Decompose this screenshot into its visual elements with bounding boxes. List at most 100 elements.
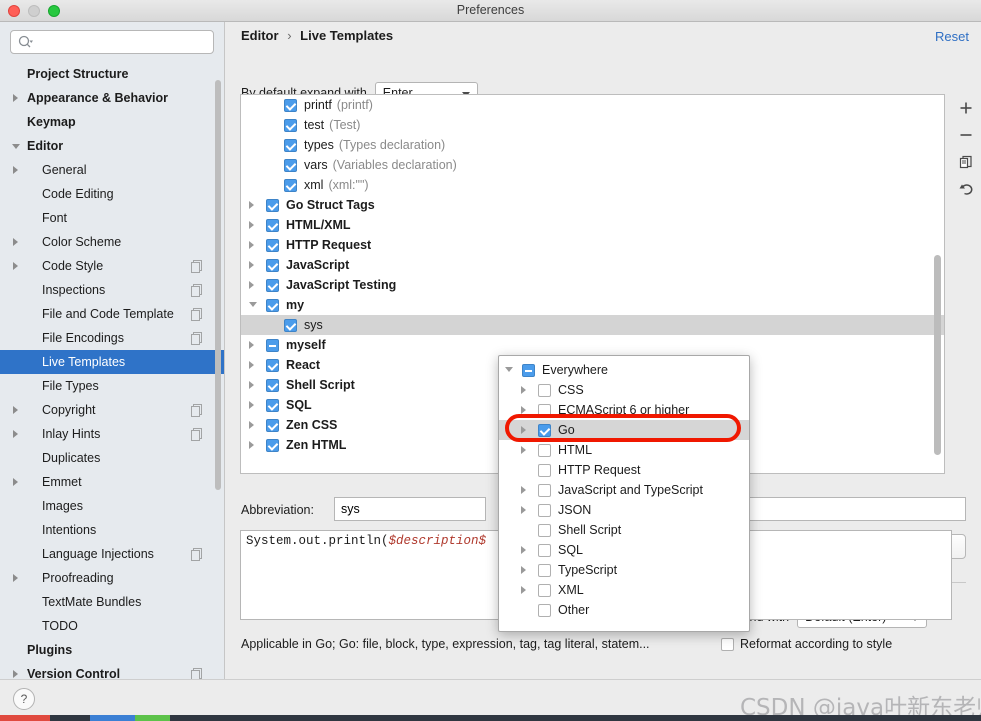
chevron-right-icon[interactable] [249,341,254,349]
sidebar-item-keymap[interactable]: Keymap [0,110,224,134]
sidebar-item-general[interactable]: General [0,158,224,182]
sidebar-item-emmet[interactable]: Emmet [0,470,224,494]
chevron-down-icon[interactable] [505,367,513,376]
chevron-right-icon[interactable] [521,426,526,434]
template-checkbox[interactable] [284,139,297,152]
help-button[interactable]: ? [13,688,35,710]
reformat-checkbox-row[interactable]: Reformat according to style [721,637,892,651]
template-tree-row[interactable]: printf (printf) [241,95,944,115]
duplicate-template-button[interactable] [951,148,981,175]
chevron-right-icon[interactable] [521,566,526,574]
sidebar-item-copyright[interactable]: Copyright [0,398,224,422]
chevron-right-icon[interactable] [13,166,18,174]
template-tree-row[interactable]: HTML/XML [241,215,944,235]
sidebar-item-version-control[interactable]: Version Control [0,662,224,679]
context-checkbox[interactable] [538,484,551,497]
breadcrumb-root[interactable]: Editor [241,28,279,43]
search-input[interactable] [39,31,204,53]
context-popup-row[interactable]: TypeScript [499,560,749,580]
template-checkbox[interactable] [266,339,279,352]
sidebar-item-editor[interactable]: Editor [0,134,224,158]
sidebar-item-duplicates[interactable]: Duplicates [0,446,224,470]
reset-link[interactable]: Reset [935,29,969,44]
context-checkbox[interactable] [538,584,551,597]
chevron-right-icon[interactable] [13,262,18,270]
chevron-right-icon[interactable] [13,94,18,102]
add-template-button[interactable] [951,94,981,121]
template-checkbox[interactable] [284,119,297,132]
chevron-right-icon[interactable] [249,441,254,449]
template-checkbox[interactable] [266,419,279,432]
remove-template-button[interactable] [951,121,981,148]
chevron-right-icon[interactable] [521,486,526,494]
template-checkbox[interactable] [266,379,279,392]
context-popup-row[interactable]: CSS [499,380,749,400]
template-tree-row[interactable]: sys [241,315,944,335]
template-checkbox[interactable] [266,299,279,312]
chevron-right-icon[interactable] [521,446,526,454]
chevron-right-icon[interactable] [249,261,254,269]
sidebar-item-file-types[interactable]: File Types [0,374,224,398]
reformat-checkbox[interactable] [721,637,734,651]
template-checkbox[interactable] [266,199,279,212]
context-checkbox[interactable] [538,504,551,517]
template-checkbox[interactable] [266,239,279,252]
template-tree-row[interactable]: JavaScript [241,255,944,275]
template-tree-row[interactable]: xml (xml:"") [241,175,944,195]
template-tree-row[interactable]: vars (Variables declaration) [241,155,944,175]
context-checkbox[interactable] [538,424,551,437]
chevron-right-icon[interactable] [13,670,18,678]
chevron-right-icon[interactable] [249,241,254,249]
chevron-right-icon[interactable] [249,401,254,409]
chevron-right-icon[interactable] [521,406,526,414]
sidebar-item-language-injections[interactable]: Language Injections [0,542,224,566]
chevron-right-icon[interactable] [13,478,18,486]
chevron-right-icon[interactable] [249,281,254,289]
chevron-right-icon[interactable] [13,574,18,582]
context-checkbox[interactable] [538,604,551,617]
chevron-right-icon[interactable] [249,201,254,209]
template-checkbox[interactable] [266,399,279,412]
template-checkbox[interactable] [266,279,279,292]
context-popup-row[interactable]: Everywhere [499,360,749,380]
sidebar-item-file-encodings[interactable]: File Encodings [0,326,224,350]
template-tree-row[interactable]: my [241,295,944,315]
template-tree-row[interactable]: HTTP Request [241,235,944,255]
template-checkbox[interactable] [266,439,279,452]
context-popup-row[interactable]: ECMAScript 6 or higher [499,400,749,420]
template-checkbox[interactable] [284,319,297,332]
template-tree-row[interactable]: Go Struct Tags [241,195,944,215]
context-popup-row[interactable]: Shell Script [499,520,749,540]
chevron-right-icon[interactable] [521,546,526,554]
chevron-right-icon[interactable] [13,406,18,414]
sidebar-item-todo[interactable]: TODO [0,614,224,638]
sidebar-item-appearance-behavior[interactable]: Appearance & Behavior [0,86,224,110]
sidebar-item-images[interactable]: Images [0,494,224,518]
context-popup-row[interactable]: Go [499,420,749,440]
sidebar-item-textmate-bundles[interactable]: TextMate Bundles [0,590,224,614]
template-checkbox[interactable] [266,359,279,372]
chevron-right-icon[interactable] [521,506,526,514]
context-popup-row[interactable]: JSON [499,500,749,520]
chevron-right-icon[interactable] [249,361,254,369]
template-checkbox[interactable] [266,259,279,272]
sidebar-item-inspections[interactable]: Inspections [0,278,224,302]
template-checkbox[interactable] [284,159,297,172]
chevron-right-icon[interactable] [249,221,254,229]
sidebar-item-code-style[interactable]: Code Style [0,254,224,278]
context-popup[interactable]: Everywhere CSS ECMAScript 6 or higher Go HTM… [498,355,750,632]
sidebar-item-font[interactable]: Font [0,206,224,230]
context-checkbox[interactable] [538,384,551,397]
search-box[interactable] [10,30,214,54]
chevron-right-icon[interactable] [521,586,526,594]
chevron-right-icon[interactable] [249,381,254,389]
context-popup-row[interactable]: HTTP Request [499,460,749,480]
template-tree-row[interactable]: JavaScript Testing [241,275,944,295]
context-checkbox[interactable] [538,444,551,457]
template-tree-row[interactable]: types (Types declaration) [241,135,944,155]
context-popup-row[interactable]: XML [499,580,749,600]
chevron-right-icon[interactable] [249,421,254,429]
context-popup-row[interactable]: SQL [499,540,749,560]
sidebar-item-code-editing[interactable]: Code Editing [0,182,224,206]
template-checkbox[interactable] [266,219,279,232]
